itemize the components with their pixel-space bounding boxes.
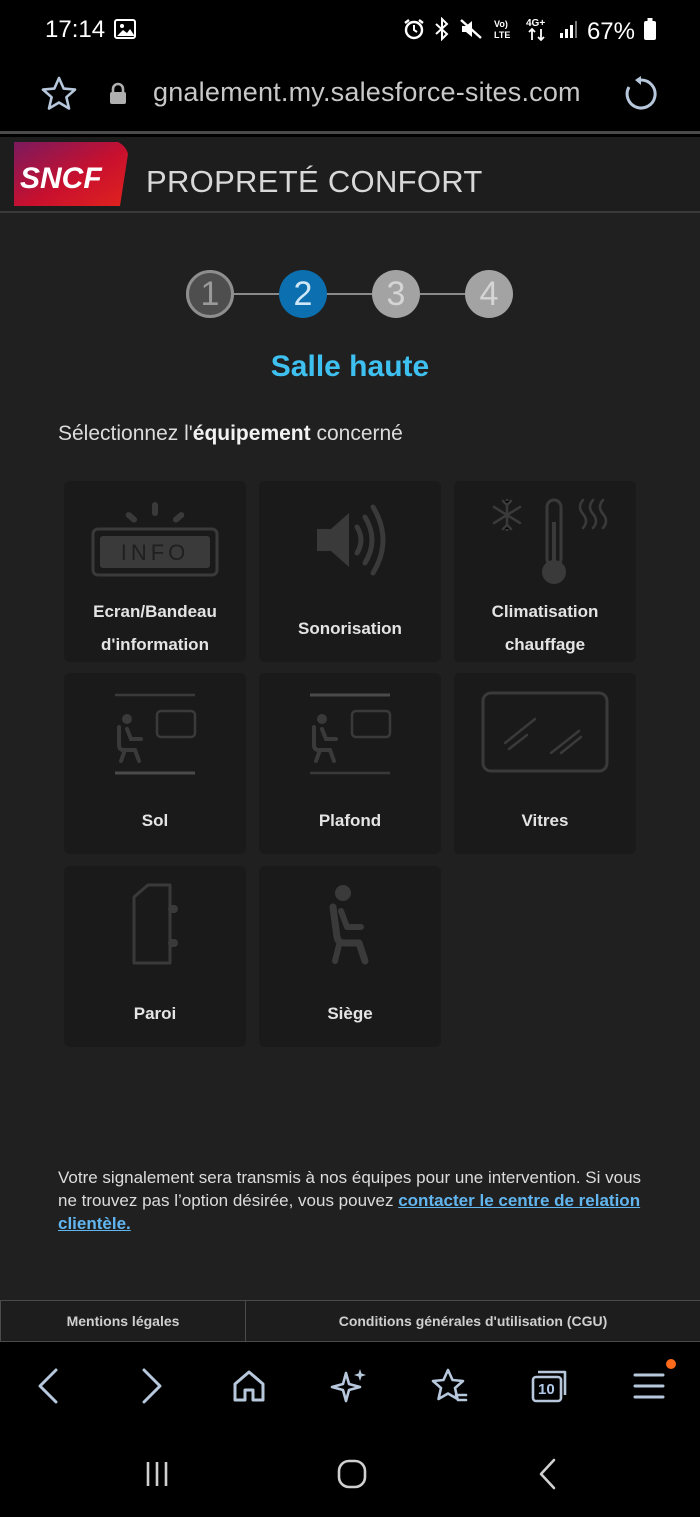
star-list-icon xyxy=(430,1367,468,1410)
instruction-bold: équipement xyxy=(192,422,311,445)
ai-sparkle-button[interactable] xyxy=(329,1368,369,1408)
url-text[interactable]: gnalement.my.salesforce-sites.com xyxy=(153,77,581,108)
chevron-left-icon xyxy=(36,1368,60,1409)
floor-icon xyxy=(64,687,246,777)
stepper-line xyxy=(210,293,490,295)
info-screen-icon: INFO xyxy=(64,495,246,585)
thermometer-icon xyxy=(454,495,636,585)
volte-icon: Vo) LTE xyxy=(492,17,516,46)
svg-text:LTE: LTE xyxy=(494,30,510,40)
forward-button[interactable] xyxy=(132,1368,172,1408)
home-icon xyxy=(231,1368,267,1409)
label-line-2: d'information xyxy=(101,635,209,654)
home-nav-button[interactable] xyxy=(332,1458,372,1494)
equipment-tile-siege[interactable]: Siège xyxy=(259,866,441,1047)
tab-count: 10 xyxy=(538,1381,555,1398)
4g-icon: 4G+ xyxy=(525,16,549,47)
hamburger-menu-icon xyxy=(633,1372,665,1405)
back-arrow-icon xyxy=(537,1458,559,1495)
equipment-label: Siège xyxy=(327,1004,373,1023)
browser-toolbar: 10 xyxy=(0,1342,700,1430)
status-icons: Vo) LTE 4G+ 67% xyxy=(403,16,656,47)
battery-icon xyxy=(644,18,656,45)
legal-mentions-link[interactable]: Mentions légales xyxy=(0,1301,246,1341)
equipment-label: Vitres xyxy=(521,811,569,830)
bookmarks-button[interactable] xyxy=(429,1368,469,1408)
back-nav-button[interactable] xyxy=(528,1458,568,1494)
recent-apps-icon xyxy=(142,1460,172,1493)
equipment-tile-paroi[interactable]: Paroi xyxy=(64,866,246,1047)
notification-dot xyxy=(666,1359,676,1369)
home-circle-icon xyxy=(336,1458,368,1495)
reload-icon[interactable] xyxy=(622,75,660,118)
equipment-tile-sonorisation[interactable]: Sonorisation xyxy=(259,481,441,662)
site-title: PROPRETÉ CONFORT xyxy=(146,164,483,199)
status-time: 17:14 xyxy=(45,16,106,43)
mute-icon xyxy=(459,18,483,45)
progress-stepper: 1 2 3 4 xyxy=(0,270,700,318)
equipment-label: Climatisation chauffage xyxy=(454,595,636,661)
speaker-icon xyxy=(259,495,441,585)
step-2-current: 2 xyxy=(279,270,327,318)
step-4: 4 xyxy=(465,270,513,318)
lock-icon xyxy=(108,82,128,111)
equipment-tile-sol[interactable]: Sol xyxy=(64,673,246,854)
recent-apps-button[interactable] xyxy=(137,1458,177,1494)
gallery-icon xyxy=(114,19,136,44)
browser-url-bar: gnalement.my.salesforce-sites.com xyxy=(0,60,700,134)
step-3: 3 xyxy=(372,270,420,318)
tabs-button[interactable]: 10 xyxy=(529,1368,569,1408)
info-screen-text: INFO xyxy=(121,540,190,565)
web-page: SNCF PROPRETÉ CONFORT 1 2 3 4 Salle haut… xyxy=(0,137,700,1342)
label-line-1: Ecran/Bandeau xyxy=(93,602,217,621)
equipment-label: Sonorisation xyxy=(298,619,402,638)
instruction-after: concerné xyxy=(310,422,403,445)
sparkle-icon xyxy=(330,1367,368,1410)
seat-icon xyxy=(259,880,441,970)
equipment-tile-vitres[interactable]: Vitres xyxy=(454,673,636,854)
svg-text:Vo): Vo) xyxy=(494,19,508,29)
window-icon xyxy=(454,687,636,777)
equipment-label: Plafond xyxy=(318,811,382,830)
site-header: SNCF PROPRETÉ CONFORT xyxy=(0,137,700,213)
label-line-2: chauffage xyxy=(504,635,586,654)
equipment-label: Sol xyxy=(141,811,169,830)
equipment-label: Paroi xyxy=(133,1004,177,1023)
wall-door-icon xyxy=(64,880,246,970)
svg-text:4G+: 4G+ xyxy=(526,18,545,29)
chevron-right-icon xyxy=(140,1368,164,1409)
bookmark-star-icon[interactable] xyxy=(40,75,78,118)
system-nav-bar xyxy=(0,1430,700,1517)
equipment-tile-climatisation[interactable]: Climatisation chauffage xyxy=(454,481,636,662)
sncf-logo[interactable]: SNCF xyxy=(14,142,130,206)
equipment-tile-ecran[interactable]: INFO Ecran/Bandeau d'information xyxy=(64,481,246,662)
battery-percent: 67% xyxy=(586,17,635,45)
ceiling-icon xyxy=(259,687,441,777)
step-1[interactable]: 1 xyxy=(186,270,234,318)
home-button[interactable] xyxy=(229,1368,269,1408)
instruction-text: Sélectionnez l'équipement concerné xyxy=(58,422,403,446)
label-line-1: Climatisation xyxy=(491,602,599,621)
status-bar: 17:14 Vo) LTE 4G+ 67% xyxy=(0,0,700,60)
back-button[interactable] xyxy=(28,1368,68,1408)
signal-icon xyxy=(558,19,578,44)
instruction-before: Sélectionnez l' xyxy=(58,422,193,445)
cgu-link[interactable]: Conditions générales d'utilisation (CGU) xyxy=(246,1301,700,1341)
equipment-tile-plafond[interactable]: Plafond xyxy=(259,673,441,854)
footer-note: Votre signalement sera transmis à nos éq… xyxy=(58,1166,648,1235)
logo-text: SNCF xyxy=(20,162,102,195)
section-title: Salle haute xyxy=(270,350,430,383)
legal-bar: Mentions légales Conditions générales d'… xyxy=(0,1300,700,1342)
bluetooth-icon xyxy=(434,16,450,46)
menu-button[interactable] xyxy=(629,1368,669,1408)
equipment-label: Ecran/Bandeau d'information xyxy=(64,595,246,661)
alarm-icon xyxy=(403,18,425,45)
